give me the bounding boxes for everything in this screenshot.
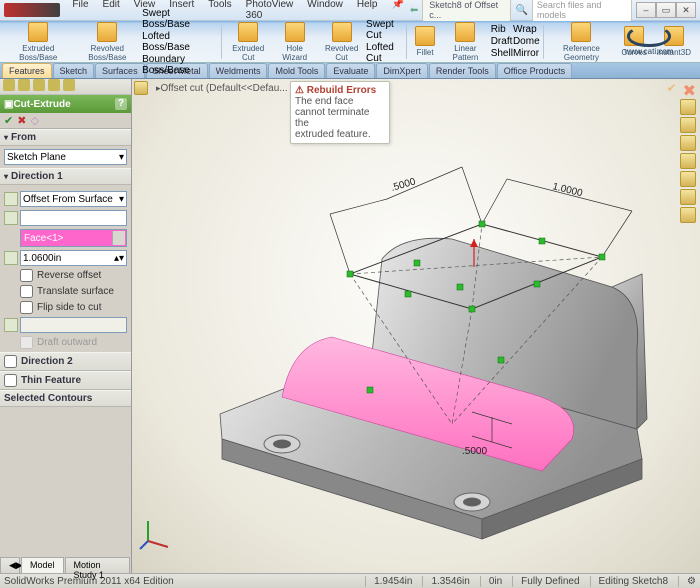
bottom-tab-model[interactable]: Model — [21, 557, 64, 573]
minimize-button[interactable]: – — [636, 2, 656, 18]
ribbon-lofted-boss[interactable]: Lofted Boss/Base — [142, 31, 217, 53]
ribbon-boundary-boss[interactable]: Boundary Boss/Base — [142, 54, 217, 76]
reverse-offset-check[interactable]: Reverse offset — [20, 269, 127, 282]
draft-angle-input — [20, 317, 127, 333]
ribbon-swept-cut[interactable]: Swept Cut — [366, 19, 403, 41]
ribbon-rib[interactable]: Rib — [491, 24, 513, 35]
status-editing: Editing Sketch8 — [590, 576, 669, 587]
graphics-viewport[interactable]: ▸ Offset cut (Default<<Defau... ⚠ Rebuil… — [132, 79, 700, 573]
translate-surface-check[interactable]: Translate surface — [20, 285, 127, 298]
tab-sketch[interactable]: Sketch — [53, 63, 95, 78]
pm-selected-contours-header[interactable]: Selected Contours — [0, 390, 131, 407]
pm-from-header[interactable]: ▾From — [0, 129, 131, 146]
dim-1: .5000 — [390, 176, 418, 194]
warning-icon: ⚠ — [295, 85, 307, 96]
flyout-tree-node[interactable]: ▸ Offset cut (Default<<Defau... — [156, 83, 288, 94]
offset-face-field[interactable]: Face<1> — [20, 229, 127, 247]
tab-features[interactable]: Features — [2, 63, 52, 78]
pm-direction2-header[interactable]: Direction 2 — [0, 352, 131, 371]
ribbon-revolved-cut[interactable]: Revolved Cut — [317, 22, 366, 62]
menu-edit[interactable]: Edit — [97, 0, 126, 23]
draft-icon[interactable] — [4, 318, 18, 332]
ribbon-extruded-cut[interactable]: Extruded Cut — [224, 22, 272, 62]
flip-side-check[interactable]: Flip side to cut — [20, 301, 127, 314]
status-coord1: 1.9454in — [365, 576, 412, 587]
menu-file[interactable]: File — [66, 0, 94, 23]
ribbon-shell[interactable]: Shell — [491, 48, 513, 59]
model-view[interactable]: .5000 1.0000 .5000 — [172, 119, 662, 549]
ribbon: Extruded Boss/Base Revolved Boss/Base Sw… — [0, 21, 700, 63]
tab-office-products[interactable]: Office Products — [497, 63, 572, 78]
ribbon-swept-boss[interactable]: Swept Boss/Base — [142, 8, 217, 30]
cut-extrude-icon: ▣ — [4, 99, 13, 110]
reverse-direction-icon[interactable] — [4, 192, 18, 206]
tab-render-tools[interactable]: Render Tools — [429, 63, 496, 78]
nav-back-icon[interactable]: ⬅ — [410, 5, 418, 16]
tab-surfaces[interactable]: Surfaces — [95, 63, 145, 78]
menu-photoview[interactable]: PhotoView 360 — [240, 0, 300, 23]
ok-button[interactable]: ✔ — [4, 114, 13, 127]
property-manager: ▣ Cut-Extrude ? ✔ ✖ ◇ ▾From Sketch Plane… — [0, 79, 132, 573]
offset-distance-icon — [4, 251, 18, 265]
dim-3: .5000 — [462, 446, 487, 457]
ribbon-linear-pattern[interactable]: Linear Pattern — [440, 22, 491, 62]
ribbon-draft[interactable]: Draft — [491, 36, 513, 47]
ribbon-revolved-boss[interactable]: Revolved Boss/Base — [73, 22, 143, 62]
search-icon: 🔍 — [515, 5, 527, 16]
tab-evaluate[interactable]: Evaluate — [326, 63, 375, 78]
draft-outward-check: Draft outward — [20, 336, 127, 349]
view-triad[interactable] — [138, 515, 174, 551]
confirm-cancel-icon[interactable]: ✖ — [683, 81, 696, 101]
help-icon[interactable]: ? — [115, 98, 127, 110]
statusbar: SolidWorks Premium 2011 x64 Edition 1.94… — [0, 573, 700, 588]
titlebar: File Edit View Insert Tools PhotoView 36… — [0, 0, 700, 21]
maximize-button[interactable]: ▭ — [656, 2, 676, 18]
heads-up-toolbar[interactable] — [680, 99, 696, 223]
flyout-tree-toolbar[interactable] — [134, 81, 148, 95]
search-input[interactable]: Search files and models — [532, 0, 632, 22]
bottom-tab-prev[interactable]: ◀▶ — [0, 557, 20, 573]
breadcrumb[interactable]: Sketch8 of Offset c... — [422, 0, 511, 22]
ribbon-wrap[interactable]: Wrap — [513, 24, 540, 35]
ribbon-hole-wizard[interactable]: Hole Wizard — [272, 22, 317, 62]
spinner-icon[interactable]: ▴▾ — [114, 253, 124, 264]
tab-dimxpert[interactable]: DimXpert — [376, 63, 428, 78]
status-defined: Fully Defined — [512, 576, 579, 587]
pm-tree-tabs[interactable] — [0, 79, 131, 95]
menu-window[interactable]: Window — [301, 0, 349, 23]
detail-preview-icon[interactable]: ◇ — [30, 114, 38, 127]
status-coord2: 1.3546in — [422, 576, 469, 587]
cancel-button[interactable]: ✖ — [17, 114, 26, 127]
direction-vector-icon[interactable] — [4, 211, 18, 225]
ribbon-dome[interactable]: Dome — [513, 36, 540, 47]
bottom-tab-motion[interactable]: Motion Study 1 — [65, 557, 130, 573]
direction-ref-field[interactable] — [20, 210, 127, 226]
ribbon-mirror[interactable]: Mirror — [513, 48, 540, 59]
ribbon-fillet[interactable]: Fillet — [410, 26, 440, 57]
status-icons[interactable]: ⚙ — [678, 576, 696, 587]
ribbon-extruded-boss[interactable]: Extruded Boss/Base — [4, 22, 73, 62]
status-coord3: 0in — [480, 576, 502, 587]
tab-mold-tools[interactable]: Mold Tools — [268, 63, 325, 78]
close-button[interactable]: ✕ — [676, 2, 696, 18]
ribbon-lofted-cut[interactable]: Lofted Cut — [366, 42, 403, 64]
menubar: File Edit View Insert Tools PhotoView 36… — [66, 0, 409, 23]
cati-watermark: www.cati.com — [604, 25, 694, 57]
dim-2: 1.0000 — [551, 181, 584, 199]
offset-distance-input[interactable]: 1.0600in▴▾ — [20, 250, 127, 266]
pm-title: ▣ Cut-Extrude ? — [0, 95, 131, 113]
chevron-down-icon: ▾ — [119, 152, 124, 163]
chevron-down-icon: ▾ — [119, 194, 124, 205]
confirm-ok-icon[interactable]: ✔ — [667, 81, 677, 101]
end-condition-select[interactable]: Offset From Surface▾ — [20, 191, 127, 207]
from-select[interactable]: Sketch Plane▾ — [4, 149, 127, 165]
app-logo — [4, 3, 60, 17]
pm-thin-feature-header[interactable]: Thin Feature — [0, 371, 131, 390]
command-tabs: Features Sketch Surfaces Sheet Metal Wel… — [0, 63, 700, 79]
pm-direction1-header[interactable]: ▾Direction 1 — [0, 168, 131, 185]
